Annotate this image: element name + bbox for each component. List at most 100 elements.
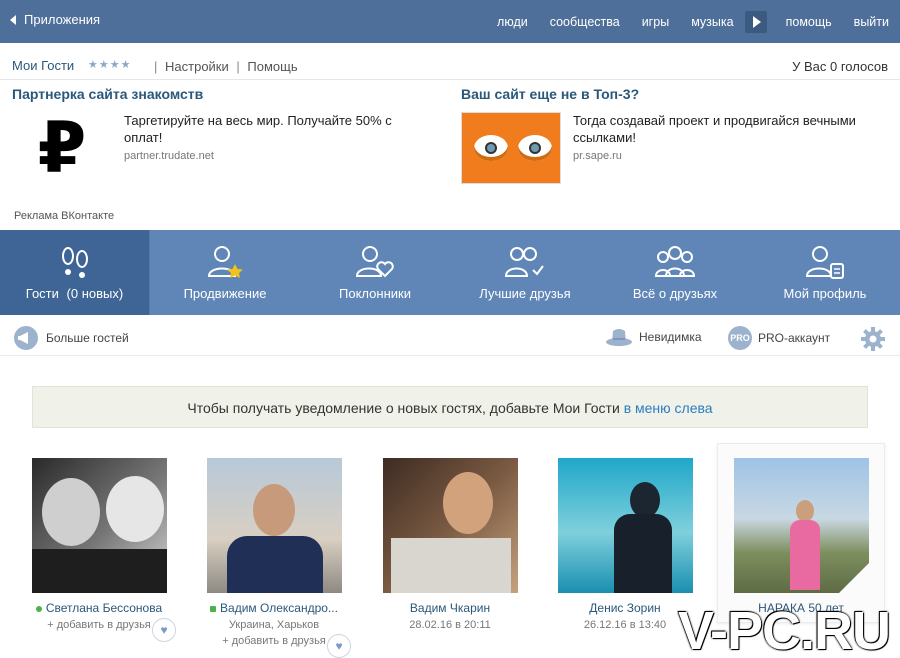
guest-photo[interactable] xyxy=(733,458,869,593)
pupil xyxy=(529,142,541,154)
more-guests-button[interactable]: Больше гостей xyxy=(14,326,129,350)
user-heart-icon xyxy=(355,246,394,278)
tab-new-count: (0 новых) xyxy=(66,286,124,301)
add-friend-icon: + xyxy=(47,619,57,631)
ad-url: partner.trudate.net xyxy=(124,150,214,162)
tab-promotion[interactable]: Продвижение xyxy=(150,230,300,315)
add-to-menu-link[interactable]: в меню слева xyxy=(624,400,713,416)
ad-label[interactable]: Реклама ВКонтакте xyxy=(14,210,114,222)
nav-people[interactable]: люди xyxy=(497,15,528,29)
tab-all-about-friends[interactable]: Всё о друзьях xyxy=(600,230,750,315)
face-shape xyxy=(41,478,100,546)
tab-label: Гости (0 новых) xyxy=(0,286,149,301)
face-shape xyxy=(252,484,295,536)
notice-text: Чтобы получать уведомление о новых гостя… xyxy=(187,400,620,416)
pro-account-button[interactable]: PRO PRO-аккаунт xyxy=(728,326,830,350)
guest-name[interactable]: Вадим Чкарин xyxy=(380,601,520,615)
orange-eyes-icon[interactable] xyxy=(461,112,561,184)
back-label: Приложения xyxy=(24,12,101,27)
guest-name[interactable]: Вадим Олександро... xyxy=(204,601,344,615)
pupil xyxy=(485,142,497,154)
add-friend-icon: + xyxy=(222,635,232,647)
back-to-apps-link[interactable]: Приложения xyxy=(10,12,100,27)
online-indicator xyxy=(35,605,42,612)
settings-link[interactable]: Настройки xyxy=(165,59,229,74)
guest-location: Украина, Харьков xyxy=(228,619,320,631)
tab-my-profile[interactable]: Мой профиль xyxy=(750,230,900,315)
chevron-left-icon xyxy=(10,14,16,25)
footprints-icon xyxy=(61,247,88,278)
guest-photo[interactable] xyxy=(382,458,518,593)
ad-title[interactable]: Ваш сайт еще не в Топ-3? xyxy=(461,86,881,102)
nav-communities[interactable]: сообщества xyxy=(550,15,620,29)
nav-music[interactable]: музыка xyxy=(691,15,733,29)
guest-photo[interactable] xyxy=(31,458,167,593)
heart-icon[interactable]: ♥ xyxy=(153,619,175,641)
eye-shape xyxy=(518,135,552,161)
guest-card[interactable]: ♥ Светлана Бессонова + добавить в друзья xyxy=(29,458,175,641)
votes-count: У Вас 0 голосов xyxy=(792,59,888,74)
heart-icon[interactable]: ♥ xyxy=(328,635,350,657)
ad-url: pr.sape.ru xyxy=(573,150,622,162)
invisible-mode-button[interactable]: Невидимка xyxy=(605,326,702,348)
tab-label-text: Гости xyxy=(25,286,59,301)
play-button[interactable] xyxy=(744,10,767,33)
main-tabs: Гости (0 новых) Продвижение Поклонники Л… xyxy=(0,230,900,315)
tab-fans[interactable]: Поклонники xyxy=(300,230,450,315)
more-guests-label: Больше гостей xyxy=(46,331,129,345)
nav-help[interactable]: помощь xyxy=(786,15,832,29)
face-shape xyxy=(629,482,660,518)
guest-card[interactable]: Денис Зорин 26.12.16 в 13:40 xyxy=(555,458,695,631)
guest-name-text: Вадим Олександро... xyxy=(220,601,338,615)
ad-title[interactable]: Партнерка сайта знакомств xyxy=(12,86,432,102)
guest-name-text: Светлана Бессонова xyxy=(45,601,163,615)
guest-photo[interactable] xyxy=(557,458,693,593)
ad-block-1[interactable]: Партнерка сайта знакомств ₽ Таргетируйте… xyxy=(12,86,432,196)
group-icon xyxy=(655,246,695,277)
nav-logout[interactable]: выйти xyxy=(854,15,889,29)
tab-label: Продвижение xyxy=(183,286,267,301)
app-title[interactable]: Мои Гости xyxy=(12,58,74,73)
add-friend-text: добавить в друзья xyxy=(56,619,151,631)
tab-label: Мой профиль xyxy=(783,286,867,301)
visit-time: 26.12.16 в 13:40 xyxy=(583,619,667,631)
add-friend-text: добавить в друзья xyxy=(231,635,326,647)
tab-guests[interactable]: Гости (0 новых) xyxy=(0,230,150,315)
tab-best-friends[interactable]: Лучшие друзья xyxy=(450,230,600,315)
online-indicator xyxy=(210,605,217,612)
top-navigation-bar: Приложения люди сообщества игры музыка п… xyxy=(0,0,900,43)
visit-time: 28.02.16 в 20:11 xyxy=(409,619,491,631)
user-card-icon xyxy=(805,246,844,279)
tab-label: Всё о друзьях xyxy=(632,286,718,301)
guest-card[interactable]: Вадим Чкарин 28.02.16 в 20:11 xyxy=(380,458,520,631)
pro-badge-icon: PRO xyxy=(728,326,752,350)
sub-toolbar: Больше гостей Невидимка PRO PRO-аккаунт xyxy=(0,318,900,356)
guest-card[interactable]: НАРАКА 50 лет xyxy=(731,458,871,615)
eye-shape xyxy=(474,135,508,161)
ad-block-2[interactable]: Ваш сайт еще не в Топ-3? Тогда создавай … xyxy=(461,86,881,196)
nav-games[interactable]: игры xyxy=(642,15,669,29)
app-links: | Настройки | Помощь xyxy=(150,59,298,74)
face-shape xyxy=(795,500,814,522)
shoulders-shape xyxy=(390,538,511,593)
user-star-icon xyxy=(207,246,243,278)
add-friend-link[interactable]: + добавить в друзья xyxy=(29,619,169,631)
tab-label: Поклонники xyxy=(339,286,411,301)
megaphone-icon xyxy=(14,326,38,350)
rating-stars: ★★★★ xyxy=(88,59,132,71)
guest-name[interactable]: Денис Зорин xyxy=(555,601,695,615)
guest-photo[interactable] xyxy=(206,458,342,593)
add-friend-link[interactable]: + добавить в друзья xyxy=(204,635,344,647)
notification-banner: Чтобы получать уведомление о новых гостя… xyxy=(32,386,868,428)
face-shape xyxy=(105,476,164,542)
guest-card[interactable]: ♥ Вадим Олександро... Украина, Харьков +… xyxy=(204,458,350,657)
tab-label: Лучшие друзья xyxy=(479,286,571,301)
gear-icon[interactable] xyxy=(860,326,886,352)
guest-name[interactable]: Светлана Бессонова xyxy=(29,601,169,615)
separator: | xyxy=(236,59,240,74)
users-check-icon xyxy=(505,247,544,277)
face-shape xyxy=(442,472,493,534)
help-link[interactable]: Помощь xyxy=(247,59,297,74)
ruble-icon[interactable]: ₽ xyxy=(12,112,112,184)
app-header: Мои Гости ★★★★ | Настройки | Помощь У Ва… xyxy=(0,50,900,80)
